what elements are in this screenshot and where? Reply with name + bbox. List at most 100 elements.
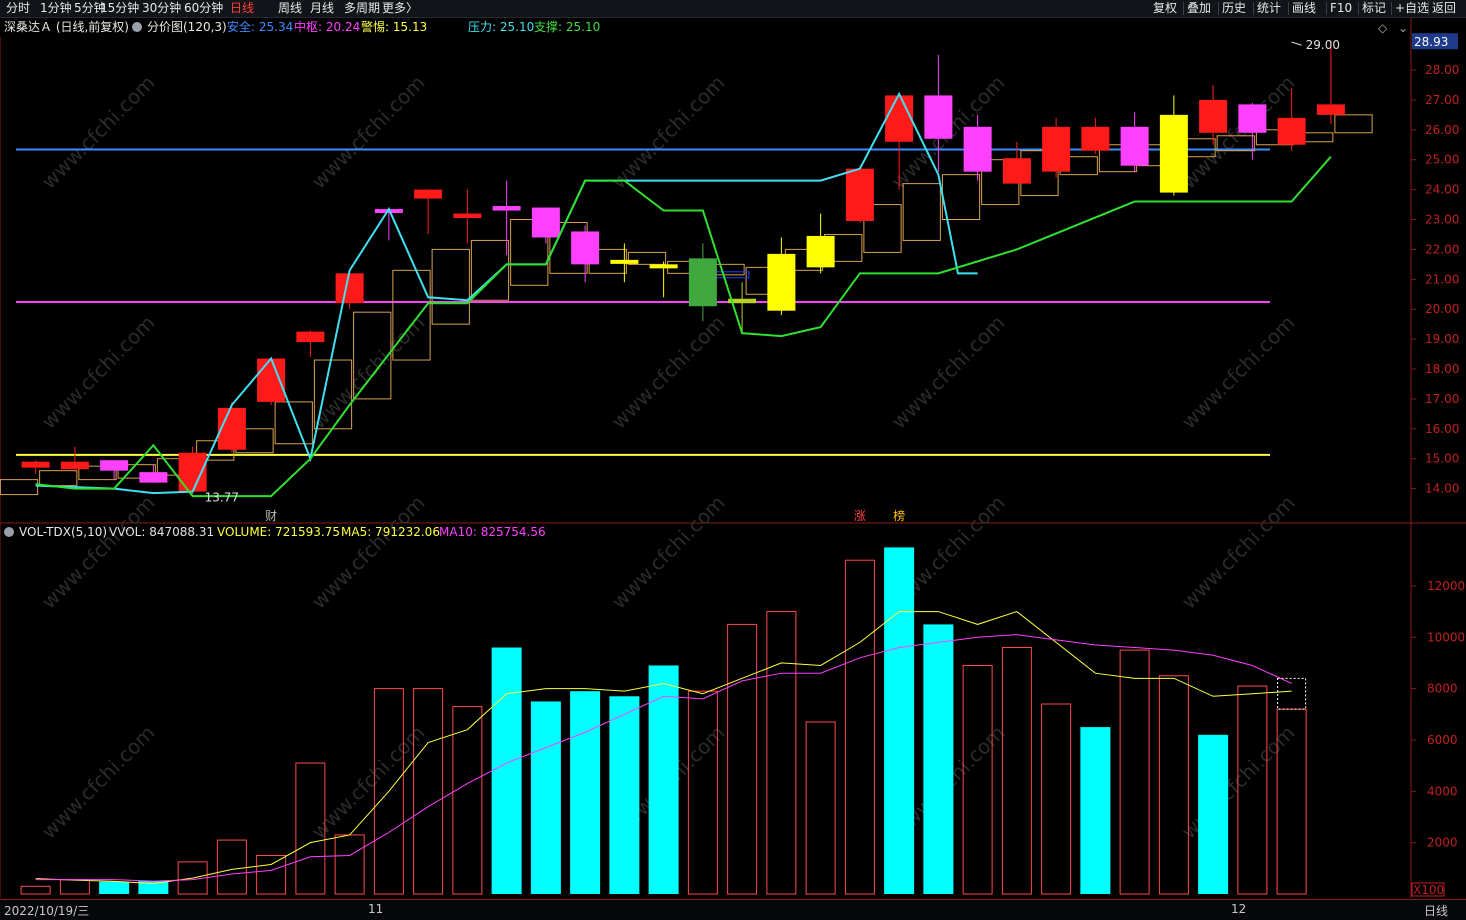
candle-body bbox=[767, 253, 796, 311]
period-tab-7[interactable]: 周线 bbox=[278, 1, 302, 16]
toolbar-divider bbox=[1218, 2, 1219, 15]
candle-body bbox=[21, 461, 50, 468]
toolbar-divider bbox=[1253, 2, 1254, 15]
vol-tick-label: 12000 bbox=[1427, 579, 1465, 593]
vol-unit-label: X100 bbox=[1413, 883, 1444, 897]
toolbar-divider bbox=[1358, 2, 1359, 15]
volume-bar bbox=[413, 688, 444, 895]
candle-body bbox=[649, 264, 678, 269]
candle-body bbox=[806, 235, 835, 268]
volume-bar bbox=[609, 696, 640, 894]
vol-toggle-icon bbox=[4, 527, 14, 537]
period-tab-4[interactable]: 30分钟 bbox=[142, 1, 181, 16]
vol-value-1: VOLUME: 721593.75 bbox=[217, 525, 340, 539]
volume-bar bbox=[766, 611, 797, 895]
toolbar-button-4[interactable]: 画线 bbox=[1292, 1, 1316, 16]
vol-tick-label: 10000 bbox=[1427, 630, 1465, 644]
vol-title: VOL-TDX(5,10) bbox=[19, 525, 107, 539]
volume-bar bbox=[452, 706, 483, 895]
toolbar-divider bbox=[1428, 2, 1429, 15]
toolbar-button-7[interactable]: +自选 bbox=[1395, 1, 1429, 16]
watermark-15: www.cfchi.com bbox=[37, 721, 160, 844]
price-tick-label: 27.00 bbox=[1425, 93, 1459, 107]
toolbar-button-8[interactable]: 返回 bbox=[1432, 1, 1456, 16]
candle-body bbox=[492, 206, 521, 211]
settings-diamond-icon: ◇ bbox=[1378, 21, 1388, 35]
main-value-0: 安全: 25.34 bbox=[227, 19, 293, 34]
month-tick-12: 12 bbox=[1231, 902, 1247, 916]
price-tick-label: 24.00 bbox=[1425, 183, 1459, 197]
stock-title: 深桑达Ａ (日线,前复权) bbox=[4, 19, 129, 34]
candle-body bbox=[1042, 126, 1071, 172]
indicator-name: 分价图(120,3) bbox=[147, 20, 227, 34]
candle-body bbox=[1002, 158, 1031, 184]
low-label: 13.77 bbox=[205, 490, 239, 504]
volume-bar bbox=[491, 647, 522, 894]
period-tab-3[interactable]: 15分钟 bbox=[100, 1, 139, 16]
volume-bar bbox=[216, 839, 247, 895]
candle-body bbox=[453, 213, 482, 219]
vol-value-3: MA10: 825754.56 bbox=[439, 525, 546, 539]
price-tick-label: 14.00 bbox=[1425, 482, 1459, 496]
period-tab-5[interactable]: 60分钟 bbox=[184, 1, 223, 16]
price-tick-label: 19.00 bbox=[1425, 332, 1459, 346]
price-tick-label: 18.00 bbox=[1425, 362, 1459, 376]
high-label: 29.00 bbox=[1306, 38, 1340, 52]
volume-bar bbox=[1001, 647, 1032, 895]
toolbar-divider bbox=[1183, 2, 1184, 15]
top-toolbar: 分时 1分钟 5分钟 15分钟 30分钟 60分钟 日线 周线 月线 多周期 更多〉 复权 叠加 历史 统计… bbox=[0, 0, 1466, 18]
candle-body bbox=[688, 258, 717, 307]
candle-body bbox=[1277, 117, 1306, 145]
candle-body bbox=[139, 472, 168, 483]
main-value-1: 中枢: 20.24 bbox=[294, 19, 360, 34]
toolbar-button-0[interactable]: 复权 bbox=[1153, 1, 1177, 16]
candle-body bbox=[1199, 99, 1228, 133]
period-tab-6[interactable]: 日线 bbox=[230, 1, 254, 16]
toolbar-button-6[interactable]: 标记 bbox=[1362, 1, 1386, 16]
price-tick-label: 21.00 bbox=[1425, 272, 1459, 286]
price-tick-label: 16.00 bbox=[1425, 422, 1459, 436]
period-tab-10[interactable]: 更多〉 bbox=[382, 1, 418, 16]
volume-bar bbox=[1041, 703, 1072, 895]
volume-bar bbox=[962, 664, 993, 895]
candle-body bbox=[100, 460, 129, 471]
toolbar-divider bbox=[1326, 2, 1327, 15]
period-tab-9[interactable]: 多周期 bbox=[344, 1, 380, 16]
chart-area: www.cfchi.com www.cfchi.com www.cfchi.com w… bbox=[0, 18, 1466, 898]
volume-bar bbox=[530, 701, 561, 894]
event-marker-0: 财 bbox=[265, 509, 277, 523]
volume-bar bbox=[99, 881, 130, 894]
toolbar-button-2[interactable]: 历史 bbox=[1222, 1, 1246, 16]
candle-body bbox=[1120, 126, 1149, 166]
main-value-4: 支撑: 25.10 bbox=[534, 19, 600, 34]
vol-value-0: VVOL: 847088.31 bbox=[109, 525, 214, 539]
candle-body bbox=[335, 273, 364, 304]
chevron-icon: ⌄ bbox=[1398, 21, 1408, 35]
price-tick-label: 26.00 bbox=[1425, 123, 1459, 137]
volume-bar bbox=[727, 623, 758, 895]
period-tab-0[interactable]: 分时 bbox=[6, 1, 30, 16]
price-tick-label: 15.00 bbox=[1425, 452, 1459, 466]
current-price-label: 28.93 bbox=[1414, 35, 1448, 49]
candle-body bbox=[924, 95, 953, 139]
volume-bar bbox=[1119, 649, 1150, 895]
toolbar-button-3[interactable]: 统计 bbox=[1257, 1, 1281, 16]
period-tab-1[interactable]: 1分钟 bbox=[40, 1, 72, 16]
toolbar-button-1[interactable]: 叠加 bbox=[1187, 1, 1211, 16]
candle-body bbox=[296, 331, 325, 343]
candle-body bbox=[1238, 104, 1267, 133]
period-tab-8[interactable]: 月线 bbox=[310, 1, 334, 16]
vol-value-2: MA5: 791232.06 bbox=[341, 525, 440, 539]
volume-bar bbox=[334, 834, 365, 895]
volume-bar bbox=[805, 721, 836, 895]
indicator-toggle-icon bbox=[132, 22, 142, 32]
main-value-2: 警惕: 15.13 bbox=[361, 19, 427, 34]
price-tick-label: 17.00 bbox=[1425, 392, 1459, 406]
volume-bar bbox=[570, 691, 601, 894]
toolbar-button-5[interactable]: F10 bbox=[1330, 1, 1352, 16]
event-marker-2: 榜 bbox=[893, 508, 905, 523]
vol-tick-label: 8000 bbox=[1427, 682, 1458, 696]
candle-body bbox=[1081, 126, 1110, 151]
candle-body bbox=[1159, 114, 1188, 193]
volume-bar bbox=[923, 624, 954, 894]
